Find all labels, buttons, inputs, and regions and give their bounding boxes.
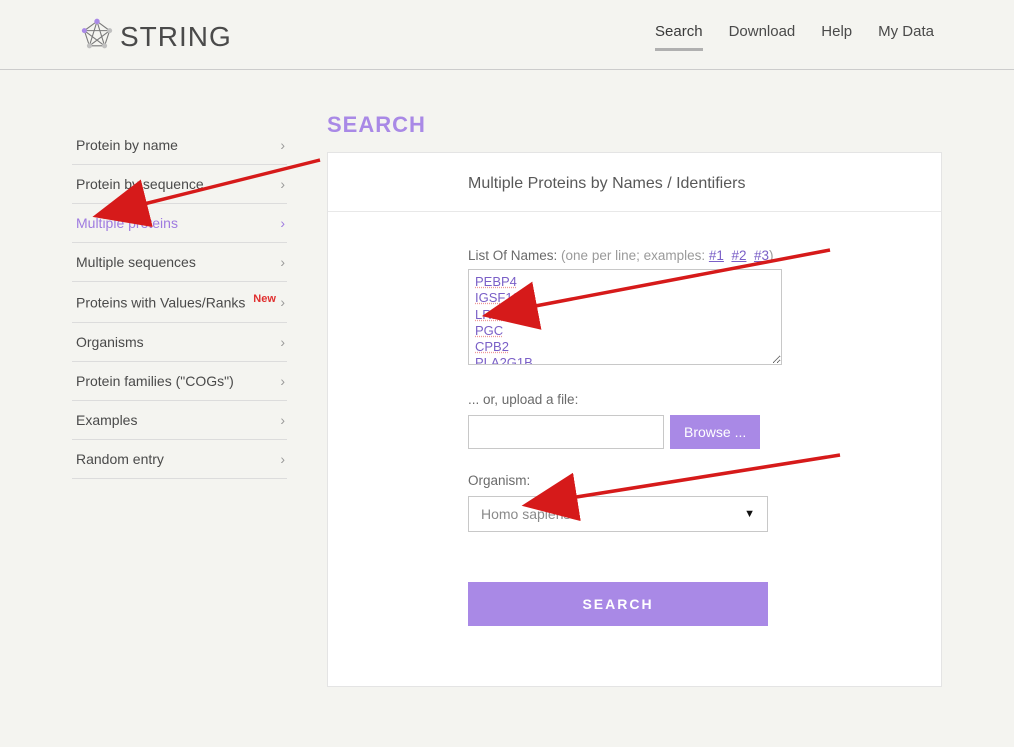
sidebar-item-label: Protein by sequence (76, 176, 204, 192)
example-link-3[interactable]: #3 (754, 248, 769, 263)
panel-title: Multiple Proteins by Names / Identifiers (328, 153, 941, 212)
chevron-right-icon: › (280, 334, 285, 350)
list-label-text: List Of Names: (468, 248, 557, 263)
sidebar-item-examples[interactable]: Examples › (72, 401, 287, 440)
organism-value: Homo sapiens (481, 506, 571, 522)
brand-name: STRING (120, 21, 232, 53)
chevron-right-icon: › (280, 294, 285, 310)
example-link-2[interactable]: #2 (731, 248, 746, 263)
chevron-right-icon: › (280, 451, 285, 467)
caret-down-icon: ▼ (744, 508, 755, 520)
chevron-right-icon: › (280, 373, 285, 389)
brand: STRING (80, 18, 232, 55)
organism-label: Organism: (468, 473, 905, 488)
new-badge: New (253, 293, 276, 305)
top-nav: Search Download Help My Data (655, 23, 934, 51)
sidebar-item-label: Multiple sequences (76, 254, 196, 270)
nav-download[interactable]: Download (729, 23, 796, 51)
sidebar-item-multiple-proteins[interactable]: Multiple proteins › (72, 204, 287, 243)
names-textarea[interactable] (468, 269, 782, 365)
sidebar-item-protein-by-name[interactable]: Protein by name › (72, 126, 287, 165)
sidebar-item-protein-by-sequence[interactable]: Protein by sequence › (72, 165, 287, 204)
chevron-right-icon: › (280, 215, 285, 231)
list-of-names-label: List Of Names: (one per line; examples: … (468, 248, 905, 263)
logo-icon (80, 18, 114, 55)
list-hint: (one per line; examples: #1 #2 #3) (561, 248, 773, 263)
sidebar-item-label: Protein by name (76, 137, 178, 153)
nav-search[interactable]: Search (655, 23, 703, 51)
search-panel: Multiple Proteins by Names / Identifiers… (327, 152, 942, 687)
file-path-input[interactable] (468, 415, 664, 449)
chevron-right-icon: › (280, 254, 285, 270)
sidebar-item-label: Random entry (76, 451, 164, 467)
sidebar-item-organisms[interactable]: Organisms › (72, 323, 287, 362)
nav-help[interactable]: Help (821, 23, 852, 51)
sidebar-item-proteins-values-ranks[interactable]: Proteins with Values/Ranks New › (72, 282, 287, 323)
chevron-right-icon: › (280, 176, 285, 192)
header: STRING Search Download Help My Data (0, 0, 1014, 70)
sidebar-item-label: Multiple proteins (76, 215, 178, 231)
upload-label: ... or, upload a file: (468, 392, 905, 407)
search-button[interactable]: SEARCH (468, 582, 768, 626)
page-title: SEARCH (327, 112, 942, 138)
sidebar-item-label: Organisms (76, 334, 144, 350)
sidebar: Protein by name › Protein by sequence › … (72, 110, 287, 479)
chevron-right-icon: › (280, 137, 285, 153)
chevron-right-icon: › (280, 412, 285, 428)
nav-mydata[interactable]: My Data (878, 23, 934, 51)
example-link-1[interactable]: #1 (709, 248, 724, 263)
sidebar-item-label: Examples (76, 412, 137, 428)
sidebar-item-label: Protein families ("COGs") (76, 373, 234, 389)
main-column: SEARCH Multiple Proteins by Names / Iden… (327, 110, 942, 687)
sidebar-item-multiple-sequences[interactable]: Multiple sequences › (72, 243, 287, 282)
browse-button[interactable]: Browse ... (670, 415, 760, 449)
sidebar-item-random-entry[interactable]: Random entry › (72, 440, 287, 479)
organism-select[interactable]: Homo sapiens ▼ (468, 496, 768, 532)
sidebar-item-label: Proteins with Values/Ranks (76, 295, 245, 311)
sidebar-item-protein-families[interactable]: Protein families ("COGs") › (72, 362, 287, 401)
